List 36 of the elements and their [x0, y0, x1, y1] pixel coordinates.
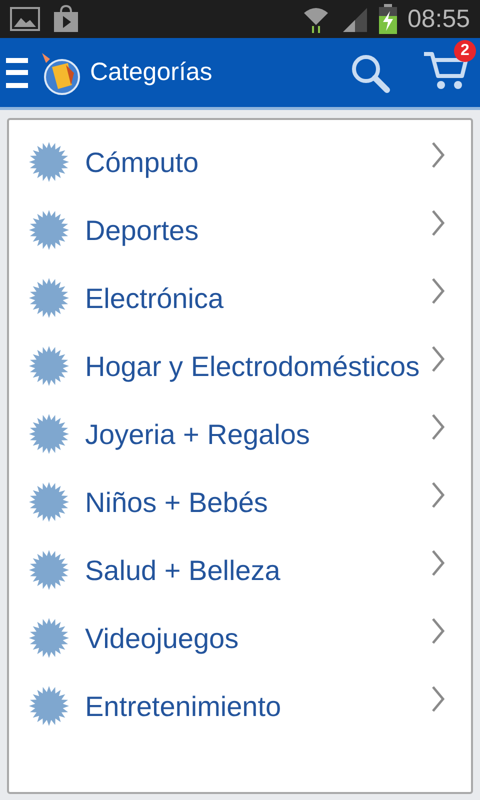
chevron-right-icon [431, 345, 445, 373]
category-item[interactable]: Joyeria + Regalos [9, 400, 471, 468]
screen-title: Categorías [90, 58, 212, 87]
wifi-icon [303, 5, 330, 33]
cart-count-badge: 2 [454, 40, 476, 62]
chevron-right-icon [431, 617, 445, 645]
search-icon[interactable] [350, 52, 390, 92]
starburst-icon [29, 686, 69, 726]
starburst-icon [29, 346, 69, 386]
starburst-icon [29, 482, 69, 522]
starburst-icon [29, 414, 69, 454]
chevron-right-icon [431, 685, 445, 713]
starburst-icon [29, 278, 69, 318]
chevron-right-icon [431, 141, 445, 169]
category-item[interactable]: Entretenimiento [9, 672, 471, 740]
category-item[interactable]: Salud + Belleza [9, 536, 471, 604]
battery-charging-icon [379, 4, 398, 34]
category-item[interactable]: Cómputo [9, 128, 471, 196]
starburst-icon [29, 210, 69, 250]
clock-time: 08:55 [407, 4, 470, 34]
category-item[interactable]: Deportes [9, 196, 471, 264]
chevron-right-icon [431, 413, 445, 441]
signal-icon [341, 6, 368, 32]
chevron-right-icon [431, 549, 445, 577]
category-item[interactable]: Videojuegos [9, 604, 471, 672]
category-item[interactable]: Niños + Bebés [9, 468, 471, 536]
starburst-icon [29, 142, 69, 182]
starburst-icon [29, 618, 69, 658]
category-item[interactable]: Hogar y Electrodomésticos [9, 332, 471, 400]
category-item[interactable]: Electrónica [9, 264, 471, 332]
starburst-icon [29, 550, 69, 590]
store-bag-icon [52, 5, 80, 33]
chevron-right-icon [431, 277, 445, 305]
chevron-right-icon [431, 209, 445, 237]
gallery-icon [10, 7, 40, 31]
chevron-right-icon [431, 481, 445, 509]
